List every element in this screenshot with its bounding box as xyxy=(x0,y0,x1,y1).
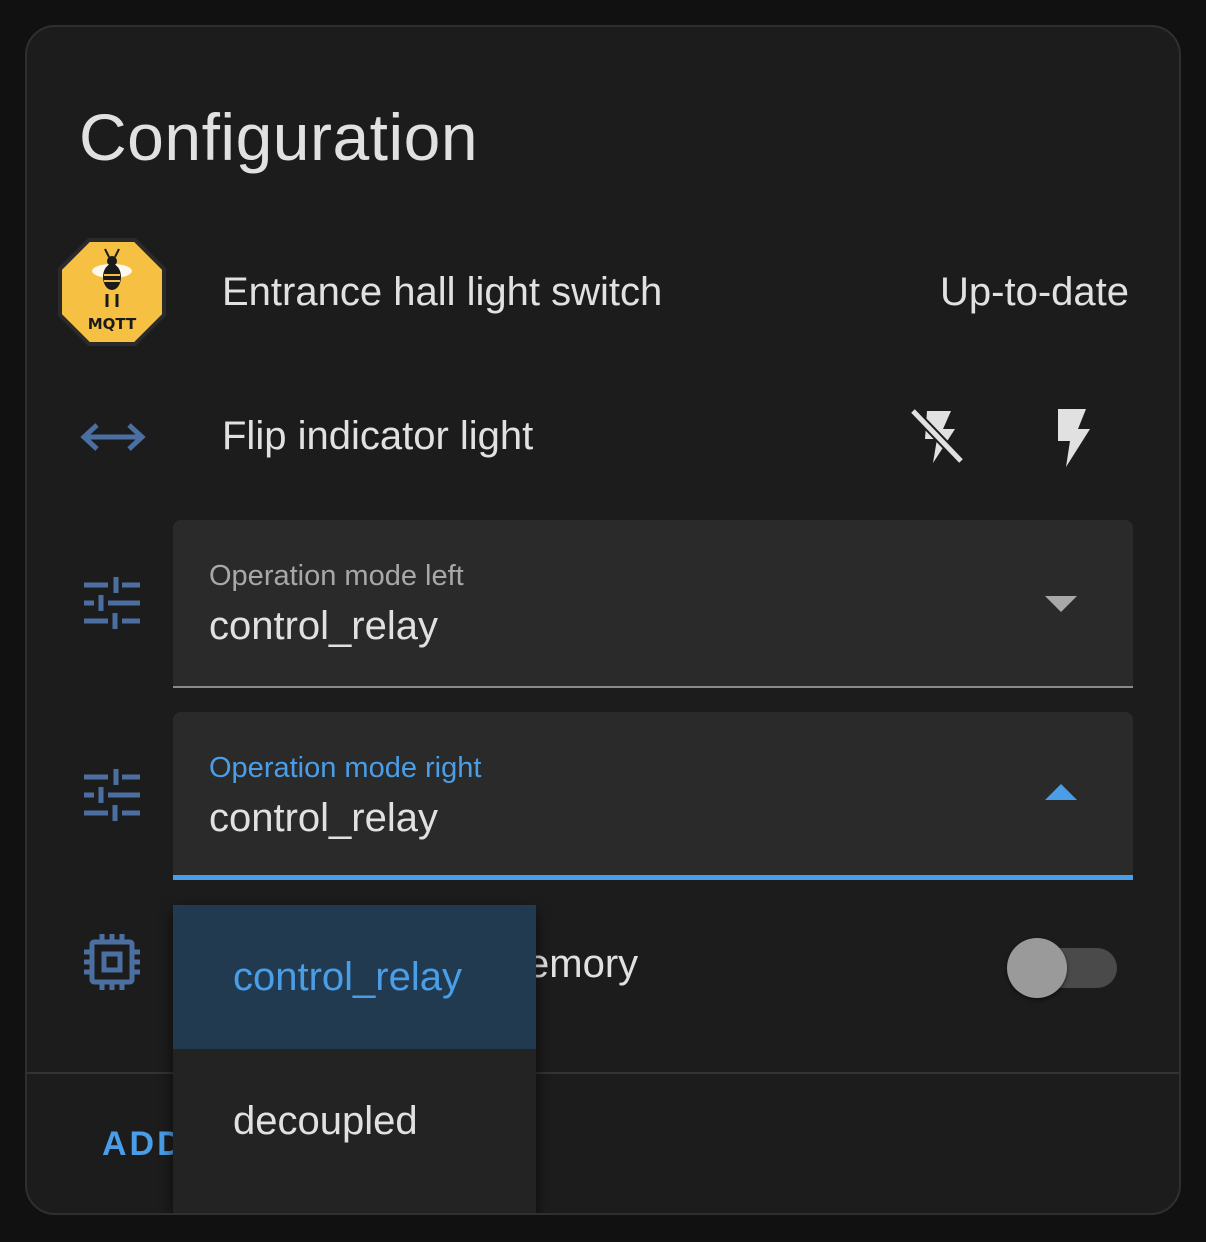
flash-icon[interactable] xyxy=(1042,405,1102,469)
memory-toggle[interactable] xyxy=(1007,932,1119,998)
operation-mode-right-select[interactable]: Operation mode right control_relay xyxy=(173,712,1133,880)
configuration-card: Configuration MQTT Entrance hall light s… xyxy=(25,25,1181,1215)
field-underline-active xyxy=(173,875,1133,880)
operation-mode-left-select[interactable]: Operation mode left control_relay xyxy=(173,520,1133,688)
field-underline xyxy=(173,686,1133,688)
dropdown-option-decoupled[interactable]: decoupled xyxy=(173,1049,536,1193)
operation-mode-dropdown-menu: control_relay decoupled xyxy=(173,905,536,1213)
operation-mode-right-label: Operation mode right xyxy=(209,752,482,784)
tune-icon xyxy=(84,577,140,629)
toggle-knob xyxy=(1007,938,1067,998)
device-name: Entrance hall light switch xyxy=(222,270,663,314)
device-status: Up-to-date xyxy=(940,270,1129,314)
dropdown-option-control-relay[interactable]: control_relay xyxy=(173,905,536,1049)
operation-mode-left-label: Operation mode left xyxy=(209,560,464,592)
operation-mode-right-value: control_relay xyxy=(209,796,439,840)
mqtt-logo: MQTT xyxy=(58,238,166,346)
chevron-down-icon xyxy=(1045,596,1077,612)
operation-mode-left-value: control_relay xyxy=(209,604,439,648)
chip-icon xyxy=(84,934,140,990)
page-title: Configuration xyxy=(79,100,479,174)
memory-label: emory xyxy=(527,942,639,986)
tune-icon xyxy=(84,769,140,821)
flash-off-icon[interactable] xyxy=(907,405,967,469)
mqtt-logo-text: MQTT xyxy=(88,315,137,333)
flip-indicator-label: Flip indicator light xyxy=(222,414,534,458)
chevron-up-icon xyxy=(1045,784,1077,800)
swap-horizontal-icon xyxy=(80,423,146,451)
